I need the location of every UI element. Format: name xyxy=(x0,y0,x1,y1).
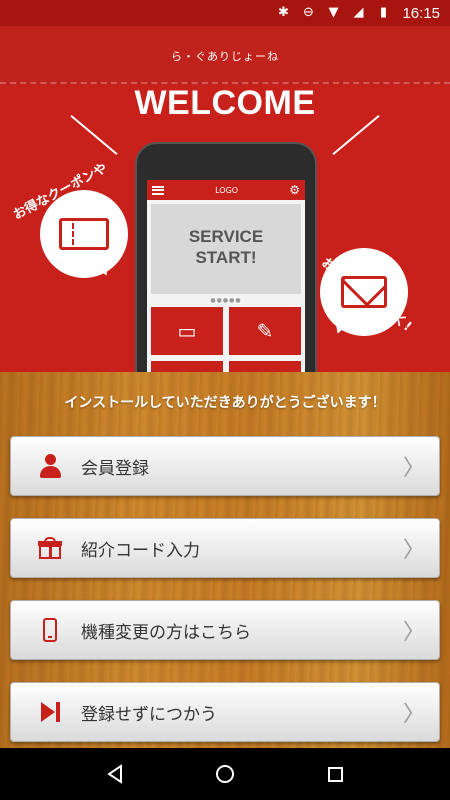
wood-panel: インストールしていただきありがとうございます！ 会員登録 〉 紹介コード入力 〉… xyxy=(0,372,450,748)
member-register-button[interactable]: 会員登録 〉 xyxy=(10,436,440,496)
recent-apps-icon[interactable] xyxy=(315,754,355,794)
gear-icon: ⚙ xyxy=(289,183,300,197)
smartphone-icon xyxy=(37,617,63,643)
back-icon[interactable] xyxy=(95,754,135,794)
hero-banner: ら・ぐありじょーね WELCOME お得なクーポンや お店の情報が届く! LOG… xyxy=(0,26,450,372)
envelope-icon xyxy=(341,276,387,308)
thanks-message: インストールしていただきありがとうございます！ xyxy=(64,395,386,411)
wifi-icon: ▼ xyxy=(328,5,339,20)
chevron-right-icon: 〉 xyxy=(402,538,425,563)
device-change-button[interactable]: 機種変更の方はこちら 〉 xyxy=(10,600,440,660)
do-not-disturb-icon: ⊖ xyxy=(303,5,314,20)
app-name: ら・ぐありじょーね xyxy=(171,50,279,63)
chevron-right-icon: 〉 xyxy=(402,702,425,727)
signal-icon: ◢ xyxy=(353,5,364,20)
phone-tiles: ▭ ✎ xyxy=(147,307,305,372)
skip-icon xyxy=(37,699,63,725)
status-time: 16:15 xyxy=(402,4,440,22)
tile xyxy=(151,361,223,372)
person-icon xyxy=(37,453,63,479)
tile xyxy=(229,361,301,372)
home-icon[interactable] xyxy=(205,754,245,794)
phone-screen: LOGO ⚙ SERVICE START! ●●●●● ▭ ✎ xyxy=(147,180,305,372)
phone-banner: SERVICE START! xyxy=(151,204,301,294)
ticket-icon xyxy=(59,218,109,250)
phone-app-bar: LOGO ⚙ xyxy=(147,180,305,200)
chevron-right-icon: 〉 xyxy=(402,456,425,481)
status-bar: ✱ ⊖ ▼ ◢ ▮ 16:15 xyxy=(0,0,450,26)
battery-icon: ▮ xyxy=(379,5,388,20)
welcome-title: WELCOME xyxy=(134,84,316,122)
gift-icon xyxy=(37,535,63,561)
button-label: 紹介コード入力 xyxy=(81,540,200,561)
phone-logo: LOGO xyxy=(215,185,239,195)
chevron-right-icon: 〉 xyxy=(402,620,425,645)
referral-code-button[interactable]: 紹介コード入力 〉 xyxy=(10,518,440,578)
phone-pager-dots: ●●●●● xyxy=(210,297,242,304)
navigation-bar xyxy=(0,748,450,800)
coupon-bubble xyxy=(40,190,128,278)
hamburger-icon xyxy=(152,185,164,195)
button-label: 機種変更の方はこちら xyxy=(81,622,251,643)
skip-register-button[interactable]: 登録せずにつかう 〉 xyxy=(10,682,440,742)
phone-banner-line2: START! xyxy=(195,248,257,267)
button-label: 登録せずにつかう xyxy=(81,704,217,725)
button-label: 会員登録 xyxy=(81,458,149,479)
phone-illustration: LOGO ⚙ SERVICE START! ●●●●● ▭ ✎ xyxy=(135,142,317,372)
ticket-icon: ▭ xyxy=(151,307,223,355)
bluetooth-icon: ✱ xyxy=(278,5,289,20)
notepad-icon: ✎ xyxy=(229,307,301,355)
phone-banner-line1: SERVICE xyxy=(188,227,264,246)
